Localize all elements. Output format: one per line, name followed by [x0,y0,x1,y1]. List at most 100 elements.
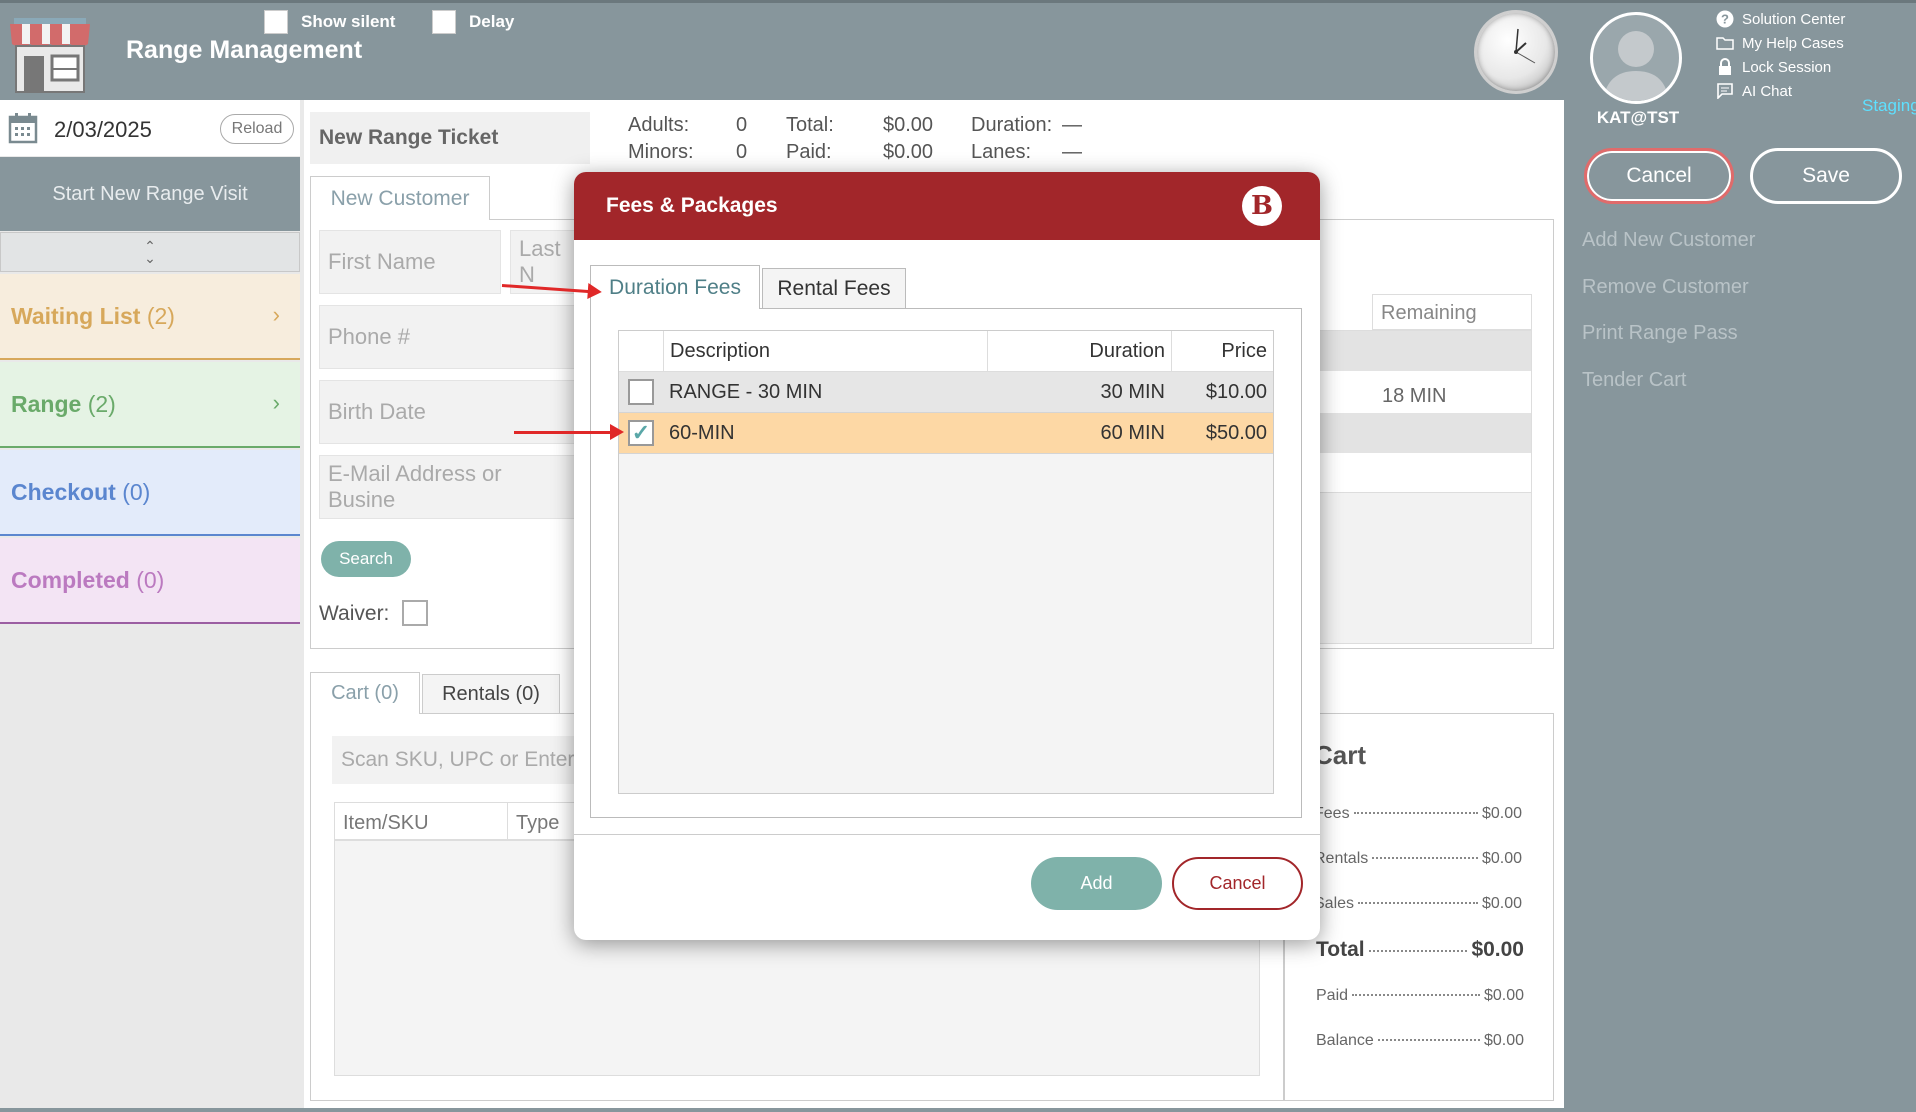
queue-count: (0) [122,478,151,505]
ai-chat-label: AI Chat [1742,82,1793,100]
select-column [619,331,663,371]
tab-duration-fees[interactable]: Duration Fees [590,265,760,309]
queue-completed[interactable]: Completed (0) [0,538,300,624]
start-new-visit-button[interactable]: Start New Range Visit [0,157,300,231]
type-column: Type [516,812,560,834]
checkmark-icon: ✓ [631,420,651,445]
tab-rentals[interactable]: Rentals (0) [422,674,560,714]
ai-chat-link[interactable]: AI Chat [1716,82,1792,100]
sales-label: Sales [1314,895,1355,912]
paid-value: $0.00 [883,141,934,163]
first-name-field[interactable]: First Name [319,230,501,294]
calendar-icon[interactable] [8,112,38,144]
queue-label: Waiting List [11,302,141,329]
fee-duration: 30 MIN [1100,380,1165,403]
queue-waiting-list[interactable]: Waiting List (2) › [0,274,300,360]
tab-cart[interactable]: Cart (0) [310,672,420,714]
queue-checkout[interactable]: Checkout (0) [0,450,300,536]
chevron-down-icon: ⌄ [144,250,156,266]
lock-icon [1716,58,1734,76]
rentals-label: Rentals [1314,850,1369,867]
ticket-title: New Range Ticket [310,112,590,164]
description-column: Description [663,331,987,371]
paid-label: Paid: [786,141,832,163]
clock-icon [1474,10,1558,94]
chevron-right-icon: › [272,302,280,327]
tender-cart-action[interactable]: Tender Cart [1582,369,1687,392]
my-help-cases-label: My Help Cases [1742,34,1844,52]
email-field[interactable]: E-Mail Address or Busine [319,455,583,519]
row-select-cell [619,372,663,412]
store-icon [8,10,92,94]
show-silent-label: Show silent [301,12,396,31]
solution-center-link[interactable]: ? Solution Center [1716,10,1845,28]
birth-date-field[interactable]: Birth Date [319,380,583,444]
remove-customer-action[interactable]: Remove Customer [1582,276,1749,299]
sales-row: Sales $0.00 [1314,895,1522,913]
username-label: KAT@TST [1596,108,1680,127]
dialog-title: Fees & Packages [606,194,778,217]
add-new-customer-action[interactable]: Add New Customer [1582,229,1755,252]
queue-range[interactable]: Range (2) › [0,362,300,448]
queue-label: Completed [11,566,130,593]
delay-checkbox[interactable] [432,10,456,34]
price-column: Price [1171,331,1273,371]
reload-button[interactable]: Reload [220,114,294,144]
total-label: Total: [786,114,834,136]
fees-value: $0.00 [1481,805,1522,822]
queue-label: Checkout [11,478,116,505]
chevron-right-icon: › [272,390,280,415]
row-checkbox-checked[interactable]: ✓ [628,420,654,446]
balance-label: Balance [1316,1032,1374,1049]
remaining-column-header: Remaining [1372,294,1532,330]
lock-session-link[interactable]: Lock Session [1716,58,1831,76]
paid-value: $0.00 [1483,987,1524,1004]
app-title: Range Management [126,36,363,64]
fee-duration: 60 MIN [1100,421,1165,444]
search-button[interactable]: Search [321,541,411,577]
dialog-divider [574,834,1320,835]
minors-label: Minors: [628,141,694,163]
total-value: $0.00 [883,114,934,136]
waiver-checkbox[interactable] [402,600,428,626]
cancel-button[interactable]: Cancel [1584,148,1734,204]
fee-description: RANGE - 30 MIN [669,380,823,403]
tab-rental-fees[interactable]: Rental Fees [762,268,906,309]
rentals-row: Rentals $0.00 [1314,850,1522,868]
row-checkbox[interactable] [628,379,654,405]
tab-new-customer[interactable]: New Customer [310,176,490,220]
queue-count: (2) [87,390,116,417]
queue-label: Range [11,390,82,417]
lanes-label: Lanes: [971,141,1032,163]
fee-row[interactable]: RANGE - 30 MIN 30 MIN $10.00 [619,372,1273,413]
adults-label: Adults: [628,114,690,136]
fees-grid-header: Description Duration Price [619,331,1273,372]
solution-center-label: Solution Center [1742,10,1846,28]
svg-text:?: ? [1721,12,1729,27]
show-silent-checkbox[interactable] [264,10,288,34]
folder-icon [1716,34,1734,52]
item-sku-column: Item/SKU [343,812,429,834]
date-value[interactable]: 2/03/2025 [54,117,152,143]
avatar[interactable] [1590,12,1682,104]
add-button[interactable]: Add [1031,857,1162,910]
my-help-cases-link[interactable]: My Help Cases [1716,34,1844,52]
environment-badge: Staging [1862,96,1916,115]
fee-price: $10.00 [1205,380,1267,403]
chat-icon [1716,82,1734,100]
bottom-border [0,1108,1916,1112]
phone-field[interactable]: Phone # [319,305,583,369]
lanes-table [1310,330,1532,644]
lanes-value: — [1062,141,1082,163]
print-range-pass-action[interactable]: Print Range Pass [1582,322,1738,345]
fee-row-selected[interactable]: ✓ 60-MIN 60 MIN $50.00 [619,413,1273,454]
help-circle-icon: ? [1716,10,1734,28]
brand-logo-icon: B [1242,186,1282,226]
queue-count: (2) [146,302,175,329]
waiver-label: Waiver: [319,602,390,625]
total-row: Total $0.00 [1316,938,1524,962]
collapse-toggle[interactable]: ⌃ ⌄ [0,232,300,272]
dialog-cancel-button[interactable]: Cancel [1172,857,1303,910]
fee-price: $50.00 [1205,421,1267,444]
save-button[interactable]: Save [1750,148,1902,204]
